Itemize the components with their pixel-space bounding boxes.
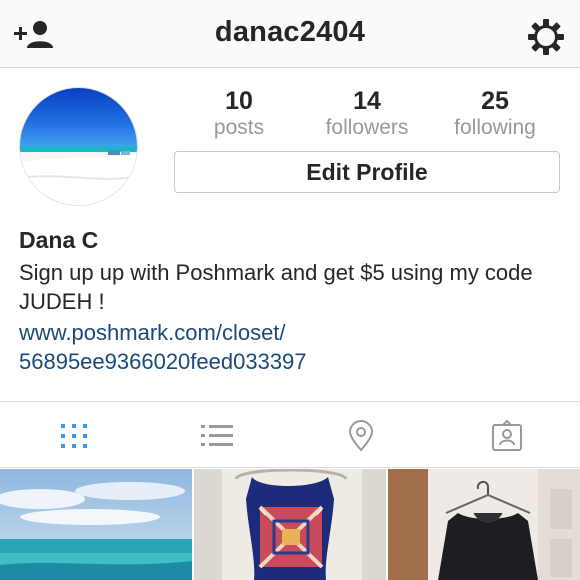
edit-profile-button[interactable]: Edit Profile [174, 151, 560, 193]
profile-stats: 10 posts 14 followers 25 following [175, 86, 559, 142]
avatar[interactable] [19, 87, 138, 206]
grid-photo-beach[interactable] [0, 469, 192, 580]
followers-count[interactable]: 14 followers [303, 86, 431, 140]
following-count-label: following [454, 116, 536, 139]
posts-count[interactable]: 10 posts [175, 86, 303, 140]
location-pin-icon[interactable] [345, 420, 377, 452]
top-navigation-bar: danac2404 [0, 0, 580, 68]
profile-website-link-line2[interactable]: 56895ee9366020feed033397 [19, 347, 564, 376]
profile-bio-text: Sign up up with Poshmark and get $5 usin… [19, 260, 533, 314]
posts-count-value: 10 [225, 87, 253, 115]
list-icon[interactable] [201, 420, 233, 452]
following-count[interactable]: 25 following [431, 86, 559, 140]
gear-icon[interactable] [527, 18, 565, 56]
followers-count-value: 14 [353, 87, 381, 115]
grid-photo-black-top[interactable] [388, 469, 580, 580]
profile-website-link[interactable]: www.poshmark.com/closet/ 56895ee9366020f… [19, 318, 564, 376]
grid-icon[interactable] [58, 420, 90, 452]
following-count-value: 25 [481, 87, 509, 115]
grid-photo-dress[interactable] [194, 469, 386, 580]
followers-count-label: followers [325, 116, 409, 139]
profile-website-link-line1[interactable]: www.poshmark.com/closet/ [19, 318, 564, 347]
profile-display-name: Dana C [19, 227, 99, 253]
profile-view-tabs [0, 401, 580, 468]
tagged-person-icon[interactable] [491, 419, 523, 452]
posts-count-label: posts [213, 116, 265, 139]
profile-username: danac2404 [214, 16, 366, 48]
photo-grid [0, 469, 580, 580]
